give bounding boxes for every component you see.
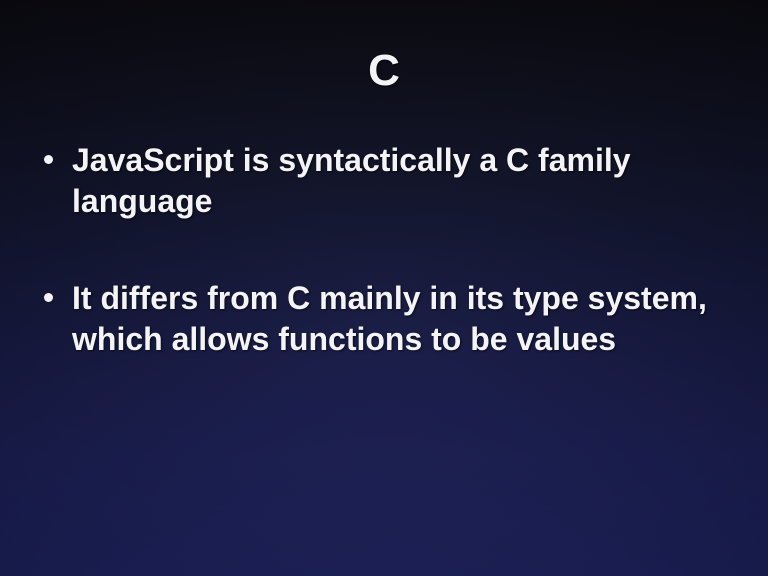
bullet-text: It differs from C mainly in its type sys…: [72, 280, 707, 357]
bullet-item: It differs from C mainly in its type sys…: [38, 278, 718, 360]
presentation-slide: C JavaScript is syntactically a C family…: [0, 0, 768, 576]
bullet-item: JavaScript is syntactically a C family l…: [38, 140, 718, 222]
bullet-text: JavaScript is syntactically a C family l…: [72, 142, 631, 219]
bullet-dot-icon: [44, 155, 53, 164]
slide-title: C: [368, 46, 400, 95]
bullet-list: JavaScript is syntactically a C family l…: [38, 140, 718, 360]
bullet-dot-icon: [44, 293, 53, 302]
